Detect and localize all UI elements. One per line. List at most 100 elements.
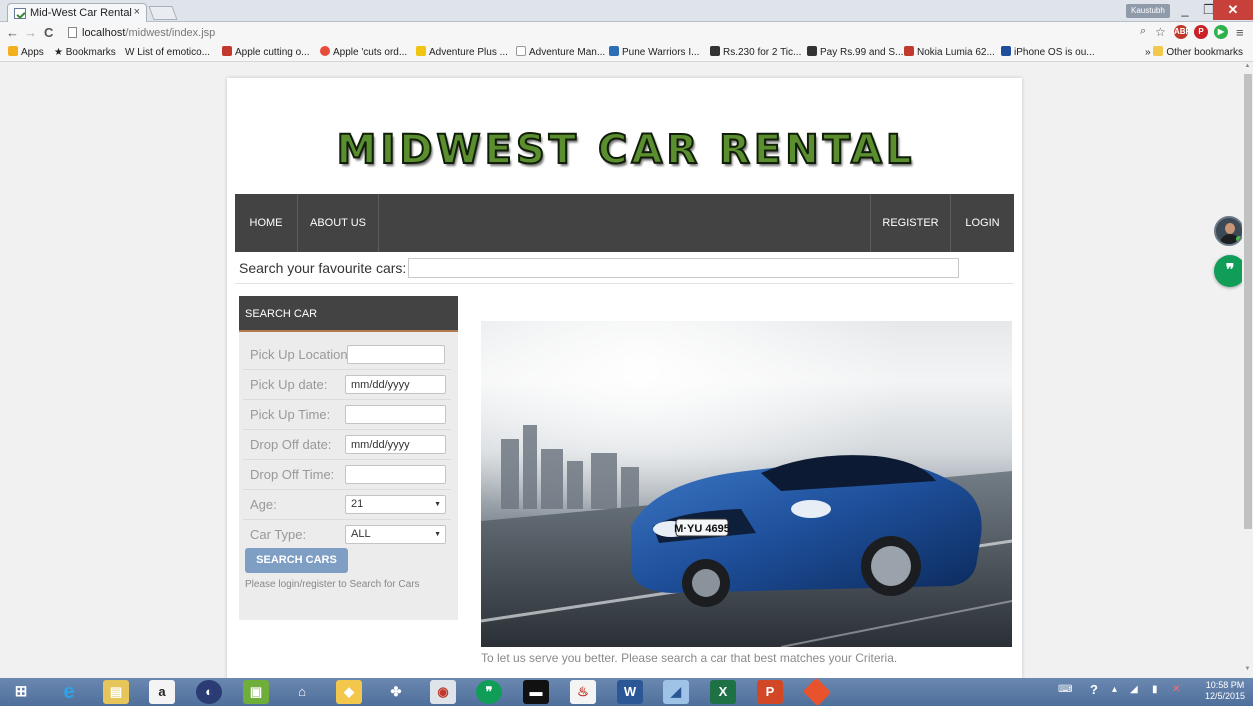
file-explorer-icon[interactable]: ▤ [103,680,129,704]
nav-login[interactable]: LOGIN [951,194,1014,252]
nav-home[interactable]: HOME [235,194,297,252]
panel-title: SEARCH CAR [239,296,458,332]
browser-tab[interactable]: Mid-West Car Rental × [7,3,147,22]
home-icon[interactable]: ⌂ [289,680,315,704]
help-icon[interactable]: ? [1090,682,1098,697]
license-plate-text: M·YU 4695 [674,523,730,535]
people-app-icon[interactable]: ✤ [383,680,409,704]
bookmark-folder[interactable]: ★ Bookmarks [54,44,116,62]
bookmark-item[interactable]: Pay Rs.99 and S... [807,44,903,62]
search-cars-button[interactable]: SEARCH CARS [245,548,348,573]
tray-expand-icon[interactable]: ▴ [1112,684,1117,695]
tab-title: Mid-West Car Rental [30,7,132,19]
menu-icon[interactable]: ≡ [1236,25,1244,40]
chat-avatar[interactable] [1214,216,1244,246]
other-bookmarks[interactable]: » Other bookmarks [1145,44,1243,62]
field-pickup-date: Pick Up date: [243,370,451,400]
battery-icon[interactable]: ▮ [1152,684,1158,695]
hero-car-image: M·YU 4695 [481,321,1012,647]
chrome-icon[interactable]: ◉ [430,680,456,704]
adblock-icon[interactable]: ABP [1174,25,1191,39]
reload-icon[interactable]: C [44,25,53,40]
nav-divider [378,194,379,252]
site-icon [710,46,720,56]
amazon-icon[interactable]: a [149,680,175,704]
scroll-down-icon[interactable]: ▼ [1243,666,1252,672]
eclipse-icon[interactable]: ◐ [196,680,222,704]
excel-icon[interactable]: X [710,680,736,704]
nav-register[interactable]: REGISTER [871,194,950,252]
field-car-type: Car Type: ALL ▼ [243,520,451,550]
page-icon [68,27,77,38]
scroll-up-icon[interactable]: ▲ [1243,63,1252,69]
dropoff-date-input[interactable] [345,435,446,454]
terminal-icon[interactable]: ▬ [523,680,549,704]
dropdown-arrow-icon: ▼ [434,531,441,538]
bookmark-item[interactable]: Nokia Lumia 62... [904,44,995,62]
internet-explorer-icon[interactable]: e [56,680,82,704]
network-icon[interactable]: ✕ [1172,684,1180,695]
forward-icon[interactable]: → [24,25,37,40]
favourite-search-row: Search your favourite cars: [235,256,1014,284]
page-scrollbar[interactable]: ▲ ▼ [1242,62,1253,678]
tab-close-icon[interactable]: × [134,6,140,18]
folder-icon[interactable]: ◆ [336,680,362,704]
site-icon [807,46,817,56]
word-icon[interactable]: W [617,680,643,704]
minimize-icon[interactable]: _ [1172,0,1198,20]
bookmark-apps[interactable]: Apps [8,44,44,62]
site-icon [904,46,914,56]
clock-date: 12/5/2015 [1204,691,1246,701]
scroll-thumb[interactable] [1244,74,1252,529]
extension-icon[interactable]: ▶ [1214,25,1228,39]
pickup-date-input[interactable] [345,375,446,394]
git-icon[interactable] [802,677,832,706]
search-car-panel: SEARCH CAR Pick Up Location: Pick Up dat… [239,296,458,620]
star-icon[interactable]: ☆ [1155,25,1166,39]
bookmark-item[interactable]: W List of emotico... [125,44,210,62]
pinterest-icon[interactable]: P [1194,25,1208,39]
site-icon [320,46,330,56]
field-age: Age: 21 ▼ [243,490,451,520]
hangouts-taskbar-icon[interactable]: ❞ [476,680,502,704]
field-pickup-time: Pick Up Time: [243,400,451,430]
nav-about-us[interactable]: ABOUT US [298,194,378,252]
pickup-location-input[interactable] [347,345,445,364]
new-tab-button[interactable] [148,6,178,20]
field-pickup-location: Pick Up Location: [243,340,451,370]
dropdown-arrow-icon: ▼ [434,501,441,508]
site-logo[interactable]: MIDWEST CAR RENTAL [331,127,921,173]
url-host: localhost [82,27,126,39]
age-select[interactable]: 21 ▼ [345,495,446,514]
bookmark-item[interactable]: Adventure Man... [516,44,605,62]
field-dropoff-time: Drop Off Time: [243,460,451,490]
photo-app-icon[interactable]: ▣ [243,680,269,704]
star-icon: ★ [54,47,66,58]
folder-icon [1153,46,1164,56]
bookmark-item[interactable]: Apple cutting o... [222,44,310,62]
bookmark-item[interactable]: Rs.230 for 2 Tic... [710,44,801,62]
car-type-select[interactable]: ALL ▼ [345,525,446,544]
windows-start-icon[interactable]: ⊞ [8,680,34,704]
profile-button[interactable]: Kaustubh [1126,4,1170,18]
keyboard-icon[interactable]: ⌨ [1058,684,1072,695]
taskbar-clock[interactable]: 10:58 PM 12/5/2015 [1200,680,1250,702]
bookmark-item[interactable]: iPhone OS is ou... [1001,44,1095,62]
bookmark-item[interactable]: Pune Warriors I... [609,44,699,62]
pickup-time-input[interactable] [345,405,446,424]
powerpoint-icon[interactable]: P [757,680,783,704]
url-field[interactable]: localhost/midwest/index.jsp [68,25,1128,41]
window-close-icon[interactable]: ✕ [1213,0,1253,20]
java-icon[interactable]: ♨ [570,680,596,704]
page-icon [516,46,526,56]
dropoff-time-input[interactable] [345,465,446,484]
zoom-icon[interactable]: ⌕ [1140,25,1146,38]
back-icon[interactable]: ← [6,25,19,40]
search-input[interactable] [408,258,959,278]
bookmark-item[interactable]: Apple 'cuts ord... [320,44,407,62]
bookmark-item[interactable]: Adventure Plus ... [416,44,508,62]
clock-time: 10:58 PM [1205,680,1245,690]
notes-app-icon[interactable]: ◢ [663,680,689,704]
site-icon [222,46,232,56]
apps-icon [8,46,18,56]
